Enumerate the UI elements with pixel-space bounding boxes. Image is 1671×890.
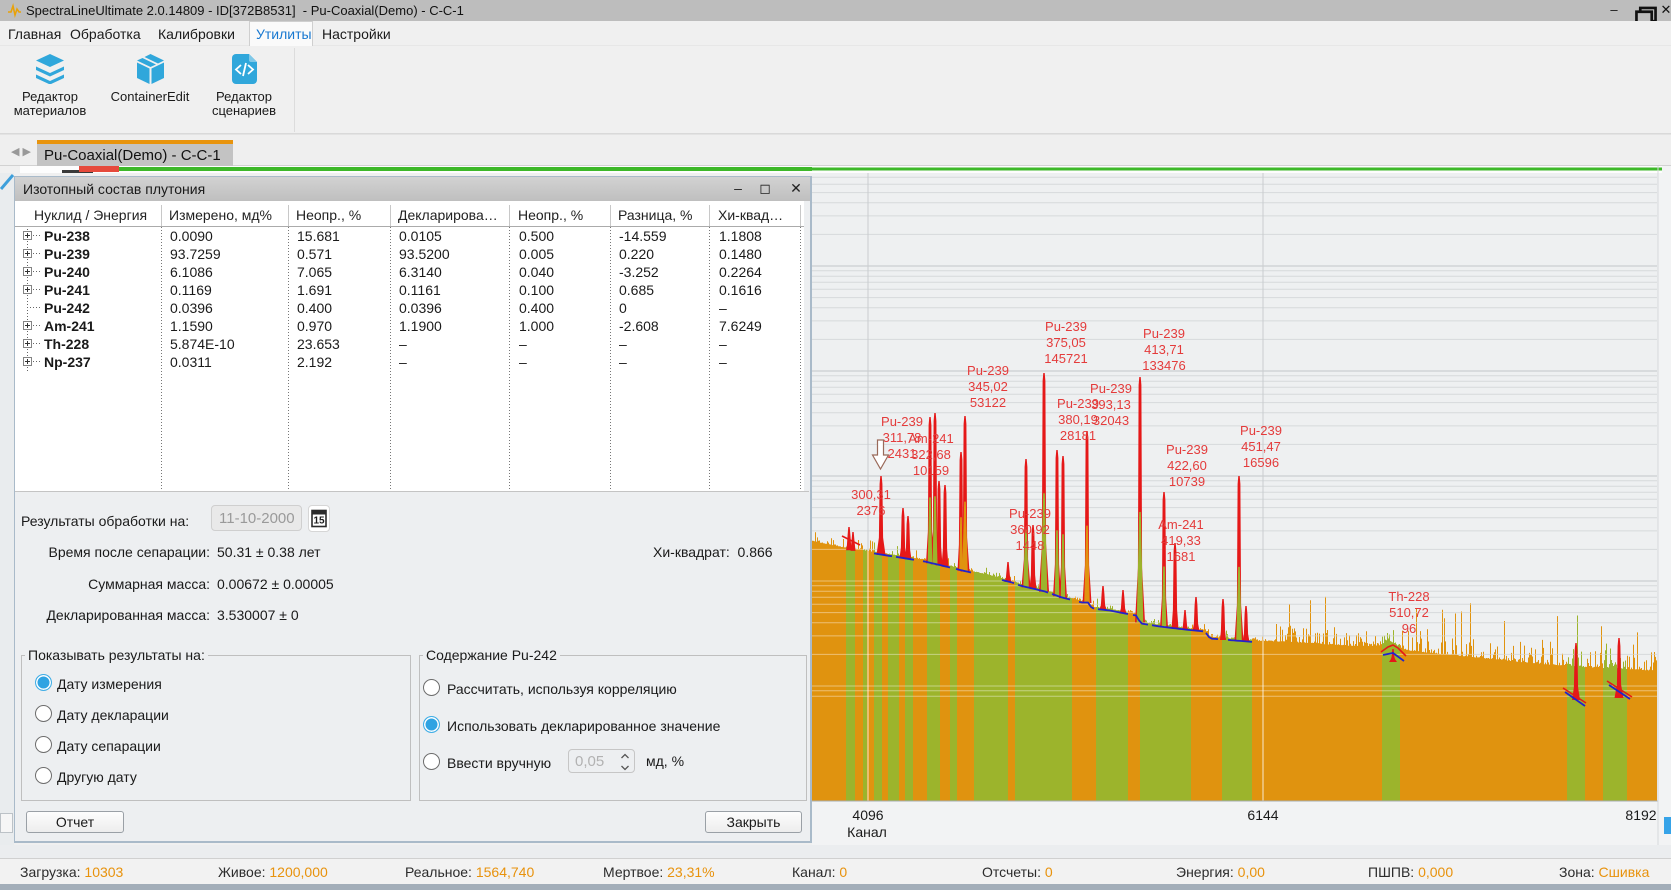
svg-text:6144: 6144 [1247,807,1278,823]
svg-text:Pu-239: Pu-239 [1143,326,1185,341]
svg-text:Pu-239: Pu-239 [1166,442,1208,457]
svg-text:Am-241: Am-241 [908,431,954,446]
svg-text:419,33: 419,33 [1161,533,1201,548]
svg-text:28181: 28181 [1060,428,1096,443]
svg-text:Am-241: Am-241 [1158,517,1204,532]
svg-text:393,13: 393,13 [1091,397,1131,412]
svg-text:Pu-239: Pu-239 [1090,381,1132,396]
svg-text:32043: 32043 [1093,413,1129,428]
svg-text:Pu-239: Pu-239 [881,414,923,429]
svg-text:10159: 10159 [913,463,949,478]
svg-text:10739: 10739 [1169,474,1205,489]
svg-text:96: 96 [1402,621,1416,636]
svg-text:510,72: 510,72 [1389,605,1429,620]
svg-text:Pu-239: Pu-239 [1240,423,1282,438]
svg-text:133476: 133476 [1142,358,1185,373]
svg-text:Канал: Канал [847,824,887,840]
svg-text:8192: 8192 [1625,807,1656,823]
svg-text:300,31: 300,31 [851,487,891,502]
svg-text:Pu-239: Pu-239 [1009,506,1051,521]
svg-text:345,02: 345,02 [968,379,1008,394]
svg-text:322,68: 322,68 [911,447,951,462]
svg-text:4096: 4096 [852,807,883,823]
svg-text:145721: 145721 [1044,351,1087,366]
svg-text:Th-228: Th-228 [1388,589,1429,604]
svg-text:Pu-239: Pu-239 [1045,319,1087,334]
svg-text:375,05: 375,05 [1046,335,1086,350]
svg-text:Pu-239: Pu-239 [967,363,1009,378]
svg-text:53122: 53122 [970,395,1006,410]
svg-text:1448: 1448 [1016,538,1045,553]
svg-text:380,19: 380,19 [1058,412,1098,427]
svg-text:360,92: 360,92 [1010,522,1050,537]
svg-text:15: 15 [313,516,325,527]
svg-text:16596: 16596 [1243,455,1279,470]
svg-text:1681: 1681 [1167,549,1196,564]
svg-text:413,71: 413,71 [1144,342,1184,357]
svg-text:422,60: 422,60 [1167,458,1207,473]
svg-text:451,47: 451,47 [1241,439,1281,454]
svg-text:2376: 2376 [857,503,886,518]
